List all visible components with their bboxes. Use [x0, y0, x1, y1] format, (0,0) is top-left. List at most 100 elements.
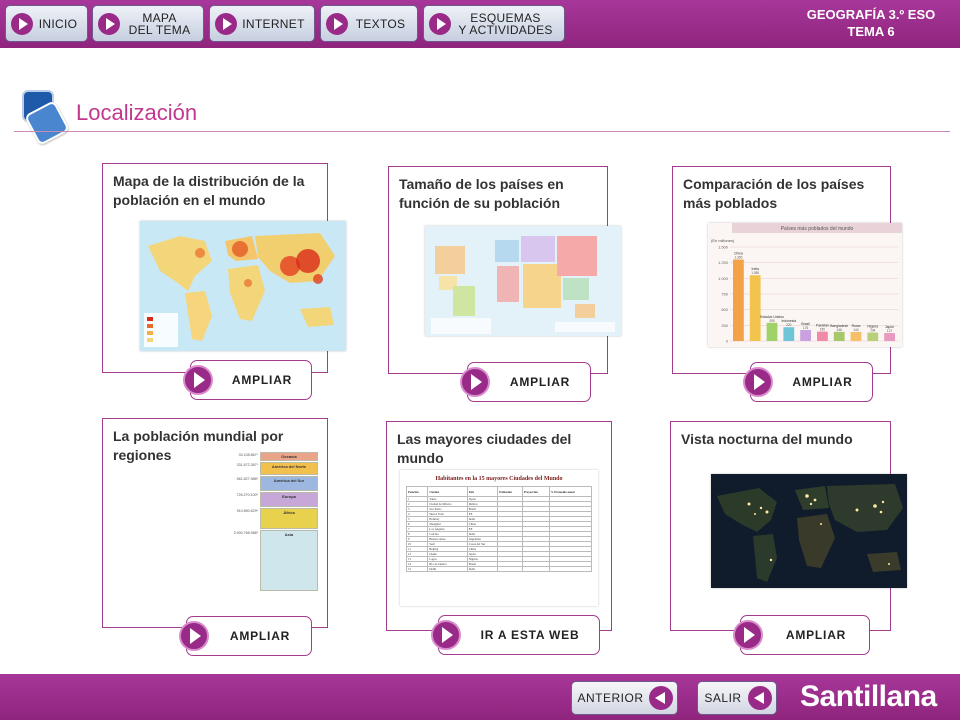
card-title: Tamaño de los países en función de su po… — [399, 176, 564, 211]
y-tick-label: 0 — [726, 339, 729, 344]
publisher-logo: Santillana — [800, 680, 937, 713]
anterior-button[interactable]: ANTERIOR — [571, 681, 678, 715]
cartogram-thumbnail[interactable] — [425, 226, 621, 336]
regions-stack-chart: 33.108.867* Oceanía 331.672.387* América de… — [222, 452, 322, 600]
play-icon — [429, 12, 451, 35]
nav-label: INICIO — [38, 16, 78, 31]
region-row: 33.108.867* Oceanía — [222, 452, 322, 462]
population-map-thumbnail[interactable] — [140, 221, 346, 351]
countries-bar-chart: Países más poblados del mundo (En millon… — [711, 223, 902, 344]
region-block: Europa — [260, 492, 318, 507]
anterior-label: ANTERIOR — [577, 691, 644, 705]
night-world-image — [711, 474, 907, 588]
region-block: América del Sur — [260, 476, 318, 491]
back-arrow-icon — [649, 686, 673, 710]
nav-label: MAPA DEL TEMA — [128, 10, 191, 37]
table-cell — [548, 566, 593, 572]
ir-a-esta-web-button[interactable]: IR A ESTA WEB — [431, 615, 600, 655]
course-subject: GEOGRAFÍA 3.º ESO — [806, 7, 936, 22]
cities-table-title: Habitantes en la 15 mayores Ciudades del… — [435, 476, 563, 482]
region-name: Europa — [282, 494, 296, 499]
night-world-thumbnail[interactable] — [711, 474, 907, 588]
region-value: 33.108.867* — [238, 453, 258, 457]
table-header-cell: % Promedio anual — [548, 486, 593, 497]
table-cell — [497, 566, 523, 572]
cities-table-thumbnail[interactable]: Habitantes en la 15 mayores Ciudades del… — [400, 470, 598, 606]
back-arrow-icon — [748, 686, 772, 710]
region-name: África — [283, 510, 295, 515]
page-title: Localización — [76, 100, 198, 125]
nav-label: ESQUEMAS Y ACTIVIDADES — [458, 10, 553, 37]
table-header-cell: País — [466, 486, 499, 497]
chart-title: Países más poblados del mundo — [781, 226, 854, 232]
country-value: 176 — [803, 326, 809, 330]
nav-inicio-button[interactable]: INICIO — [5, 5, 88, 42]
course-unit: TEMA 6 — [847, 24, 895, 39]
country-value: 290 — [769, 319, 775, 323]
country-bar — [749, 275, 761, 341]
country-value: 134 — [870, 329, 876, 333]
region-block: Asia — [260, 530, 318, 591]
table-cell: 15 — [405, 566, 429, 572]
region-row: 331.672.387* América del Norte — [222, 462, 322, 476]
region-block: América del Norte — [260, 462, 318, 475]
ampliar-regions-button[interactable]: AMPLIAR — [179, 616, 312, 656]
country-value: 146 — [837, 328, 843, 332]
course-label: GEOGRAFÍA 3.º ESO TEMA 6 — [796, 6, 946, 40]
nav-mapa-button[interactable]: MAPA DEL TEMA — [92, 5, 204, 42]
y-tick-label: 500 — [721, 307, 728, 312]
nav-label: INTERNET — [242, 16, 305, 31]
card-title: Vista nocturna del mundo — [681, 431, 853, 447]
region-name: Oceanía — [281, 454, 297, 459]
country-bar — [850, 331, 862, 341]
region-value: 910.890.629* — [236, 509, 258, 513]
play-icon — [326, 12, 348, 35]
ampliar-map-button[interactable]: AMPLIAR — [183, 360, 312, 400]
table-header-cell: Proyección — [521, 486, 550, 497]
table-header-cell: Ciudad — [427, 486, 468, 497]
region-row: 910.890.629* África — [222, 508, 322, 530]
region-name: Asia — [284, 532, 294, 537]
cartogram-image — [425, 226, 621, 336]
play-icon — [183, 365, 213, 395]
salir-button[interactable]: SALIR — [697, 681, 777, 715]
country-bar — [833, 331, 845, 341]
region-value: 331.672.387* — [236, 463, 258, 467]
play-icon — [431, 620, 461, 650]
y-tick-label: 250 — [721, 323, 728, 328]
nav-textos-button[interactable]: TEXTOS — [320, 5, 418, 42]
country-value: 1.050 — [751, 271, 759, 275]
region-row: 3.900.768.988* Asia — [222, 530, 322, 592]
countries-chart-thumbnail[interactable]: Países más poblados del mundo (En millon… — [708, 223, 902, 347]
nav-esquemas-button[interactable]: ESQUEMAS Y ACTIVIDADES — [423, 5, 565, 42]
ampliar-cartogram-button[interactable]: AMPLIAR — [460, 362, 591, 402]
action-label: IR A ESTA WEB — [480, 628, 580, 642]
nav-internet-button[interactable]: INTERNET — [209, 5, 315, 42]
ampliar-night-button[interactable]: AMPLIAR — [733, 615, 870, 655]
country-bar — [884, 333, 895, 341]
country-bar — [766, 322, 778, 341]
salir-label: SALIR — [704, 691, 742, 705]
play-icon — [98, 12, 120, 35]
region-value: 3.900.768.988* — [233, 531, 258, 535]
play-icon — [215, 12, 237, 35]
y-tick-label: 1.000 — [718, 276, 729, 281]
region-value: 561.827.988* — [236, 477, 258, 481]
country-bar — [867, 332, 879, 341]
cities-table: Posición Ciudad País Población Proyección% P… — [405, 486, 593, 572]
card-title: Comparación de los países más poblados — [683, 176, 865, 211]
region-name: América del Sur — [273, 478, 305, 483]
play-icon — [460, 367, 490, 397]
chart-unit: (En millones) — [711, 238, 735, 243]
table-header-cell: Posición — [405, 486, 429, 497]
y-tick-label: 1.500 — [718, 245, 729, 250]
ampliar-countries-button[interactable]: AMPLIAR — [743, 362, 873, 402]
table-cell: India — [466, 566, 499, 572]
card-title: Las mayores ciudades del mundo — [397, 431, 572, 466]
card-title: Mapa de la distribución de la población … — [113, 173, 305, 208]
play-icon — [11, 12, 33, 35]
country-bar — [817, 331, 828, 341]
regions-chart-thumbnail[interactable]: 33.108.867* Oceanía 331.672.387* América de… — [222, 452, 322, 600]
table-cell — [521, 566, 550, 572]
region-value: 726.270.100* — [236, 493, 258, 497]
